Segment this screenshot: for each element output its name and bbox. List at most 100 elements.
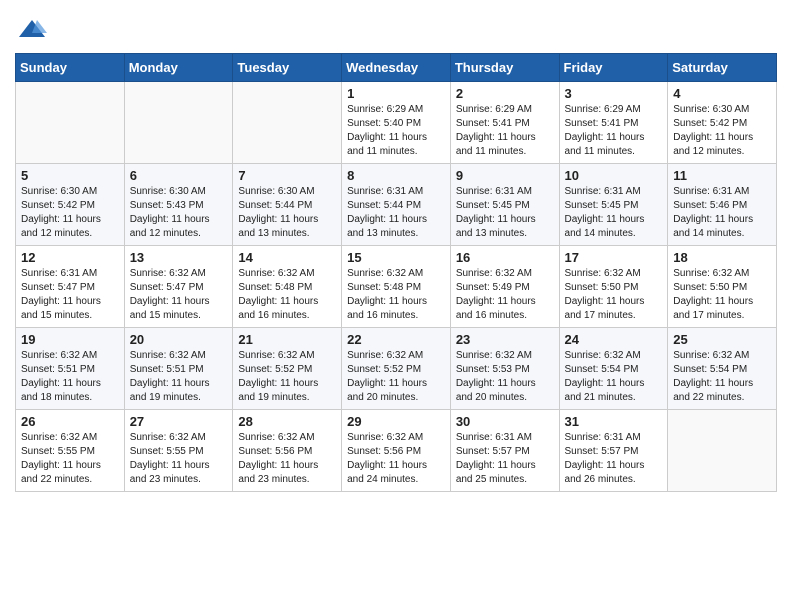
day-header-saturday: Saturday <box>668 54 777 82</box>
calendar-cell: 25 Sunrise: 6:32 AM Sunset: 5:54 PM Dayli… <box>668 328 777 410</box>
day-info: Sunrise: 6:30 AM Sunset: 5:42 PM Dayligh… <box>673 103 771 159</box>
day-number: 2 <box>456 86 554 101</box>
day-number: 7 <box>238 168 336 183</box>
day-header-friday: Friday <box>559 54 668 82</box>
calendar-cell: 17 Sunrise: 6:32 AM Sunset: 5:50 PM Dayli… <box>559 246 668 328</box>
day-info: Sunrise: 6:30 AM Sunset: 5:43 PM Dayligh… <box>130 185 228 241</box>
calendar-cell: 30 Sunrise: 6:31 AM Sunset: 5:57 PM Dayli… <box>450 410 559 492</box>
day-info: Sunrise: 6:31 AM Sunset: 5:46 PM Dayligh… <box>673 185 771 241</box>
calendar-cell: 13 Sunrise: 6:32 AM Sunset: 5:47 PM Dayli… <box>124 246 233 328</box>
day-number: 4 <box>673 86 771 101</box>
day-info: Sunrise: 6:32 AM Sunset: 5:54 PM Dayligh… <box>565 349 663 405</box>
calendar-cell: 21 Sunrise: 6:32 AM Sunset: 5:52 PM Dayli… <box>233 328 342 410</box>
calendar-cell: 10Sunrise: 6:31 AM Sunset: 5:45 PM Dayli… <box>559 164 668 246</box>
day-info: Sunrise: 6:32 AM Sunset: 5:50 PM Dayligh… <box>673 267 771 323</box>
day-info: Sunrise: 6:31 AM Sunset: 5:47 PM Dayligh… <box>21 267 119 323</box>
day-info: Sunrise: 6:29 AM Sunset: 5:41 PM Dayligh… <box>565 103 663 159</box>
calendar-cell: 9 Sunrise: 6:31 AM Sunset: 5:45 PM Daylig… <box>450 164 559 246</box>
calendar-cell: 22Sunrise: 6:32 AM Sunset: 5:52 PM Dayli… <box>342 328 451 410</box>
week-row: 19 Sunrise: 6:32 AM Sunset: 5:51 PM Dayli… <box>16 328 777 410</box>
calendar-cell: 12 Sunrise: 6:31 AM Sunset: 5:47 PM Dayli… <box>16 246 125 328</box>
week-row: 12 Sunrise: 6:31 AM Sunset: 5:47 PM Dayli… <box>16 246 777 328</box>
calendar-cell: 26 Sunrise: 6:32 AM Sunset: 5:55 PM Dayli… <box>16 410 125 492</box>
week-row: 26 Sunrise: 6:32 AM Sunset: 5:55 PM Dayli… <box>16 410 777 492</box>
calendar-cell: 15 Sunrise: 6:32 AM Sunset: 5:48 PM Dayli… <box>342 246 451 328</box>
day-number: 12 <box>21 250 119 265</box>
day-number: 26 <box>21 414 119 429</box>
day-number: 15 <box>347 250 445 265</box>
day-number: 18 <box>673 250 771 265</box>
calendar-cell: 2 Sunrise: 6:29 AM Sunset: 5:41 PM Daylig… <box>450 82 559 164</box>
day-info: Sunrise: 6:32 AM Sunset: 5:55 PM Dayligh… <box>21 431 119 487</box>
calendar-cell <box>16 82 125 164</box>
calendar-cell <box>668 410 777 492</box>
day-info: Sunrise: 6:30 AM Sunset: 5:42 PM Dayligh… <box>21 185 119 241</box>
calendar-cell: 5 Sunrise: 6:30 AM Sunset: 5:42 PM Daylig… <box>16 164 125 246</box>
day-header-monday: Monday <box>124 54 233 82</box>
day-number: 17 <box>565 250 663 265</box>
day-number: 13 <box>130 250 228 265</box>
day-header-tuesday: Tuesday <box>233 54 342 82</box>
day-number: 23 <box>456 332 554 347</box>
day-number: 6 <box>130 168 228 183</box>
day-number: 20 <box>130 332 228 347</box>
day-number: 28 <box>238 414 336 429</box>
day-header-wednesday: Wednesday <box>342 54 451 82</box>
calendar-table: SundayMondayTuesdayWednesdayThursdayFrid… <box>15 53 777 492</box>
calendar-cell: 3 Sunrise: 6:29 AM Sunset: 5:41 PM Daylig… <box>559 82 668 164</box>
day-info: Sunrise: 6:29 AM Sunset: 5:40 PM Dayligh… <box>347 103 445 159</box>
day-number: 19 <box>21 332 119 347</box>
day-info: Sunrise: 6:31 AM Sunset: 5:44 PM Dayligh… <box>347 185 445 241</box>
calendar-cell: 8 Sunrise: 6:31 AM Sunset: 5:44 PM Daylig… <box>342 164 451 246</box>
calendar-cell: 11 Sunrise: 6:31 AM Sunset: 5:46 PM Dayli… <box>668 164 777 246</box>
day-number: 31 <box>565 414 663 429</box>
day-header-sunday: Sunday <box>16 54 125 82</box>
day-info: Sunrise: 6:32 AM Sunset: 5:54 PM Dayligh… <box>673 349 771 405</box>
day-number: 10 <box>565 168 663 183</box>
day-info: Sunrise: 6:32 AM Sunset: 5:47 PM Dayligh… <box>130 267 228 323</box>
day-info: Sunrise: 6:30 AM Sunset: 5:44 PM Dayligh… <box>238 185 336 241</box>
day-info: Sunrise: 6:32 AM Sunset: 5:52 PM Dayligh… <box>347 349 445 405</box>
week-row: 5 Sunrise: 6:30 AM Sunset: 5:42 PM Daylig… <box>16 164 777 246</box>
calendar-cell: 16 Sunrise: 6:32 AM Sunset: 5:49 PM Dayli… <box>450 246 559 328</box>
day-info: Sunrise: 6:29 AM Sunset: 5:41 PM Dayligh… <box>456 103 554 159</box>
calendar-cell <box>233 82 342 164</box>
calendar-cell: 6 Sunrise: 6:30 AM Sunset: 5:43 PM Daylig… <box>124 164 233 246</box>
day-info: Sunrise: 6:32 AM Sunset: 5:50 PM Dayligh… <box>565 267 663 323</box>
day-info: Sunrise: 6:32 AM Sunset: 5:49 PM Dayligh… <box>456 267 554 323</box>
day-info: Sunrise: 6:32 AM Sunset: 5:52 PM Dayligh… <box>238 349 336 405</box>
day-number: 21 <box>238 332 336 347</box>
calendar-cell: 14Sunrise: 6:32 AM Sunset: 5:48 PM Dayli… <box>233 246 342 328</box>
calendar-cell: 23 Sunrise: 6:32 AM Sunset: 5:53 PM Dayli… <box>450 328 559 410</box>
day-number: 3 <box>565 86 663 101</box>
calendar-cell: 31Sunrise: 6:31 AM Sunset: 5:57 PM Dayli… <box>559 410 668 492</box>
day-number: 16 <box>456 250 554 265</box>
logo <box>15 15 47 45</box>
day-info: Sunrise: 6:32 AM Sunset: 5:51 PM Dayligh… <box>21 349 119 405</box>
day-info: Sunrise: 6:32 AM Sunset: 5:56 PM Dayligh… <box>238 431 336 487</box>
calendar-cell: 19 Sunrise: 6:32 AM Sunset: 5:51 PM Dayli… <box>16 328 125 410</box>
day-info: Sunrise: 6:32 AM Sunset: 5:48 PM Dayligh… <box>347 267 445 323</box>
day-number: 25 <box>673 332 771 347</box>
calendar-cell: 29Sunrise: 6:32 AM Sunset: 5:56 PM Dayli… <box>342 410 451 492</box>
day-info: Sunrise: 6:32 AM Sunset: 5:53 PM Dayligh… <box>456 349 554 405</box>
day-info: Sunrise: 6:31 AM Sunset: 5:57 PM Dayligh… <box>456 431 554 487</box>
calendar-cell: 27 Sunrise: 6:32 AM Sunset: 5:55 PM Dayli… <box>124 410 233 492</box>
day-info: Sunrise: 6:31 AM Sunset: 5:45 PM Dayligh… <box>456 185 554 241</box>
calendar-cell: 18 Sunrise: 6:32 AM Sunset: 5:50 PM Dayli… <box>668 246 777 328</box>
day-info: Sunrise: 6:32 AM Sunset: 5:51 PM Dayligh… <box>130 349 228 405</box>
day-number: 27 <box>130 414 228 429</box>
week-row: 1 Sunrise: 6:29 AM Sunset: 5:40 PM Daylig… <box>16 82 777 164</box>
day-number: 1 <box>347 86 445 101</box>
header-row: SundayMondayTuesdayWednesdayThursdayFrid… <box>16 54 777 82</box>
calendar-cell: 24Sunrise: 6:32 AM Sunset: 5:54 PM Dayli… <box>559 328 668 410</box>
day-info: Sunrise: 6:32 AM Sunset: 5:55 PM Dayligh… <box>130 431 228 487</box>
calendar-cell: 1 Sunrise: 6:29 AM Sunset: 5:40 PM Daylig… <box>342 82 451 164</box>
day-number: 11 <box>673 168 771 183</box>
day-number: 9 <box>456 168 554 183</box>
day-number: 5 <box>21 168 119 183</box>
day-number: 30 <box>456 414 554 429</box>
calendar-cell: 28 Sunrise: 6:32 AM Sunset: 5:56 PM Dayli… <box>233 410 342 492</box>
day-number: 8 <box>347 168 445 183</box>
day-header-thursday: Thursday <box>450 54 559 82</box>
